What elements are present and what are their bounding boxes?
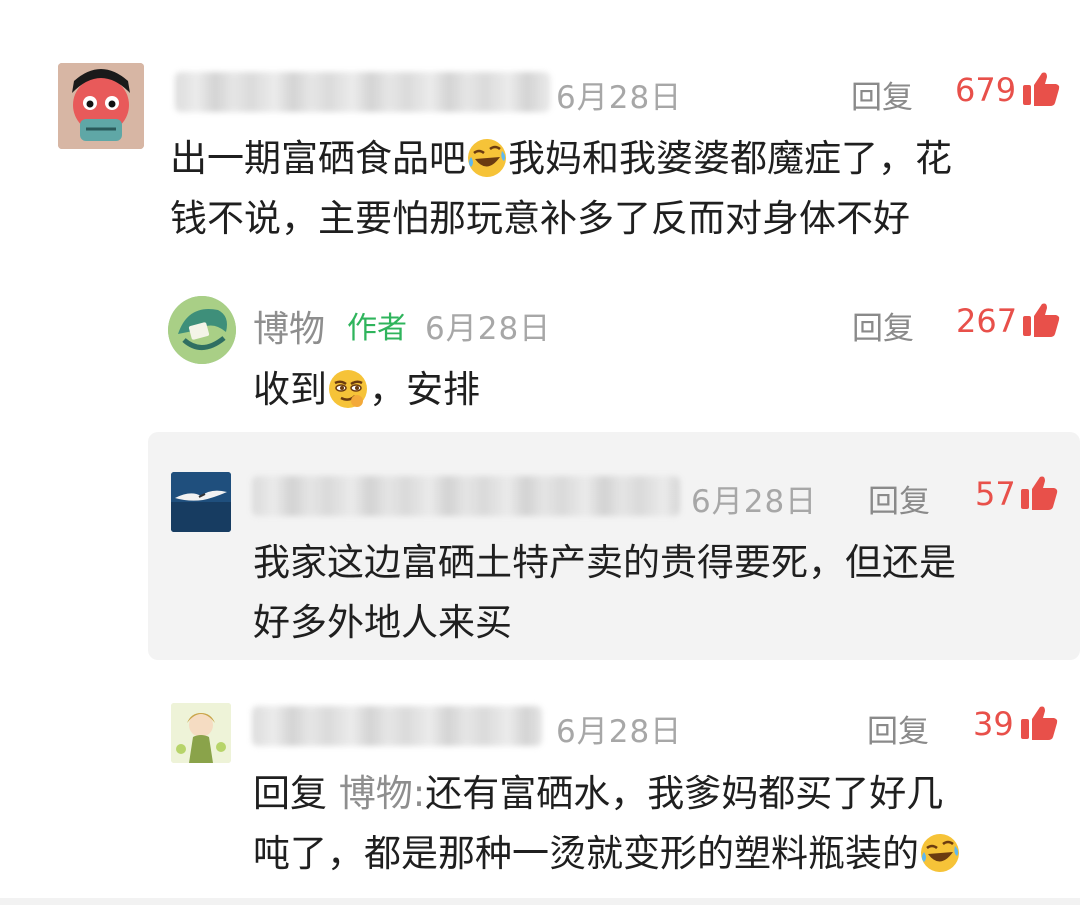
username-blurred[interactable] xyxy=(252,706,542,746)
comment-text-line: 吨了，都是那种一烫就变形的塑料瓶装的 xyxy=(253,832,919,875)
comment-feed: 6月28日 回复 679 出一期富硒食品吧 我妈和我婆婆都魔症了，花 钱不说，主… xyxy=(0,0,1080,905)
reply-prefix: 回复 xyxy=(253,772,327,815)
comment-text-line: 还有富硒水，我爹妈都买了好几 xyxy=(425,772,944,815)
thumbs-up-icon[interactable] xyxy=(1020,705,1058,741)
reply-button[interactable]: 回复 xyxy=(867,706,929,751)
comment-text: 回复 博物:还有富硒水，我爹妈都买了好几 吨了，都是那种一烫就变形的塑料瓶装的 xyxy=(253,764,961,884)
comment-date: 6月28日 xyxy=(556,714,683,750)
laugh-cry-emoji-icon xyxy=(921,834,959,872)
reply-target-user[interactable]: 博物: xyxy=(339,772,425,815)
reply-item: 6月28日 回复 39 回复 博物:还有富硒水，我爹妈都买了好几 吨了，都是那种… xyxy=(0,0,1080,898)
avatar[interactable] xyxy=(171,703,231,763)
bottom-divider xyxy=(0,898,1080,905)
like-count[interactable]: 39 xyxy=(973,705,1014,743)
avatar-image xyxy=(171,703,231,763)
